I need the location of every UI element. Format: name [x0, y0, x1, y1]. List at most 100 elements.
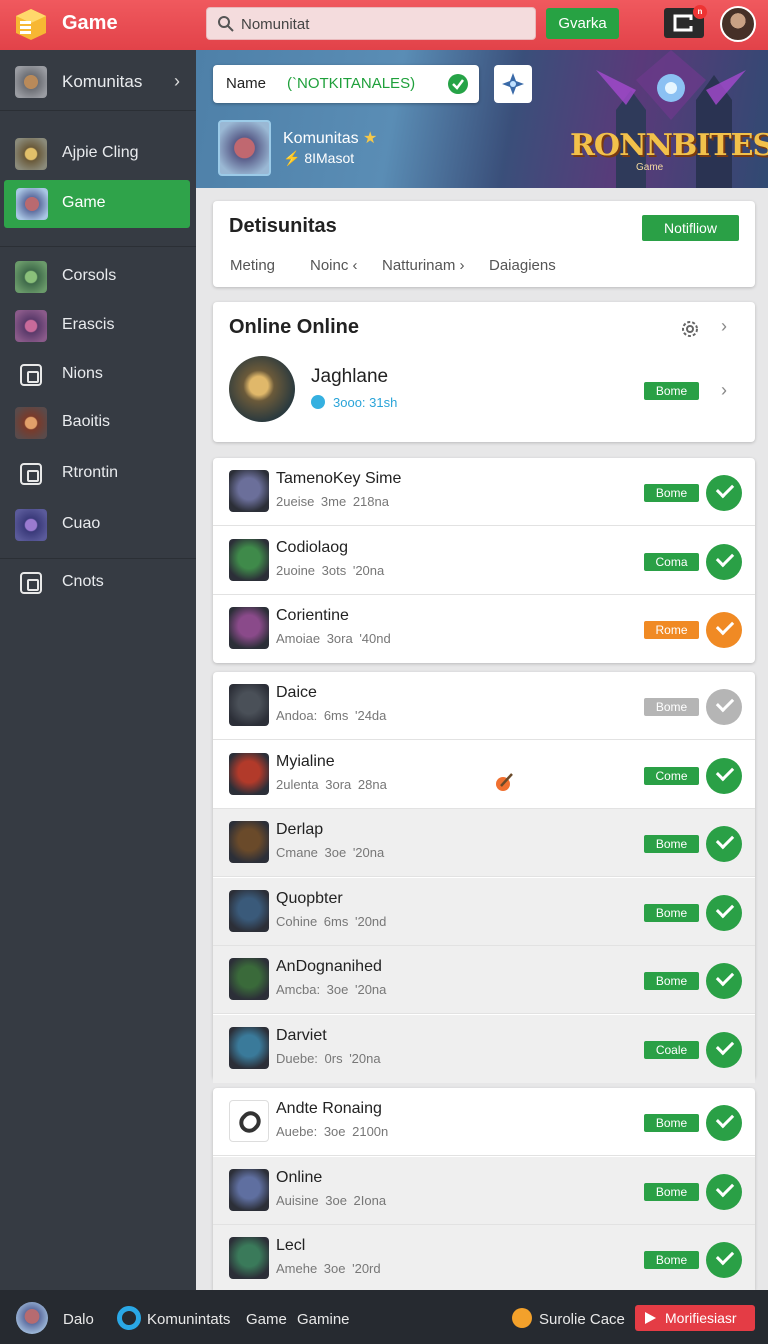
list-item[interactable]: Quopbter Cohine 6ms '20nd Bome [213, 877, 755, 946]
media-icon[interactable]: n [664, 5, 707, 38]
list-item-badge[interactable]: Bome [644, 972, 699, 990]
details-title: Detisunitas [229, 215, 337, 237]
name-field[interactable]: Name (`NOTKITANALES) [213, 65, 479, 103]
bolt-icon: ⚡ [283, 150, 301, 166]
bottom-avatar[interactable] [16, 1302, 48, 1334]
sparkle-button[interactable] [494, 65, 532, 103]
game-thumbnail [229, 958, 269, 1000]
sidebar-item-erascis[interactable]: Erascis [0, 302, 196, 350]
list-item-badge[interactable]: Bome [644, 1182, 699, 1201]
online-action-button[interactable]: Bome [644, 382, 699, 400]
game-thumbnail [229, 821, 269, 863]
chevron-right-icon[interactable]: › [721, 380, 727, 401]
list-item-meta: Cohine 6ms '20nd [276, 913, 387, 929]
list-item[interactable]: Myialine 2ulenta 3ora 28na Come [213, 741, 755, 809]
castle-illustration [596, 50, 746, 188]
ring-icon [117, 1306, 141, 1330]
details-card: Detisunitas Notifliow Meting Noinc ‹ Nat… [213, 201, 755, 287]
check-circle-icon[interactable] [706, 612, 742, 648]
game-thumbnail [229, 1237, 269, 1279]
sidebar-item-ajpie-cling[interactable]: Ajpie Cling [0, 130, 196, 178]
check-circle-icon[interactable] [706, 1031, 742, 1068]
sidebar-item-label: Baoitis [62, 413, 111, 430]
list-item-badge[interactable]: Bome [644, 1251, 699, 1269]
check-circle-icon[interactable] [706, 894, 742, 931]
check-circle-icon[interactable] [706, 963, 742, 999]
bottom-label-surolie[interactable]: Surolie Cace [539, 1311, 625, 1328]
bottom-label-dalo[interactable]: Dalo [63, 1311, 94, 1328]
list-item-badge[interactable]: Rome [644, 621, 699, 639]
list-item-meta: Amoiae 3ora '40nd [276, 631, 391, 646]
check-circle-icon[interactable] [706, 475, 742, 511]
sidebar-item-label: Komunitas [62, 72, 143, 91]
app-logo-icon[interactable] [14, 7, 48, 41]
list-item[interactable]: Corientine Amoiae 3ora '40nd Rome [213, 595, 755, 663]
check-circle-icon[interactable] [706, 689, 742, 725]
bottom-label-komunintats[interactable]: Komunintats [147, 1311, 230, 1328]
primary-button[interactable]: Gvarka [546, 8, 619, 39]
online-user-status: 3ooo: 31sh [333, 395, 398, 410]
list-item-badge[interactable]: Bome [644, 698, 699, 716]
tab-natturinam[interactable]: Natturinam › [382, 257, 465, 274]
list-item-badge[interactable]: Bome [644, 903, 699, 922]
list-item-badge[interactable]: Coma [644, 552, 699, 571]
tab-meting[interactable]: Meting [230, 257, 275, 274]
list-item-title: Codiolaog [276, 538, 349, 556]
search-icon [218, 16, 234, 32]
list-item[interactable]: Andte Ronaing Auebe: 3oe 2100n Bome [213, 1088, 755, 1156]
sidebar-item-game[interactable]: Game [4, 180, 190, 228]
bottom-label-gamine[interactable]: Gamine [297, 1311, 350, 1328]
tab-noinc[interactable]: Noinc ‹ [310, 257, 358, 274]
notification-count-badge: n [693, 5, 707, 19]
name-value: (`NOTKITANALES) [287, 75, 416, 92]
list-item[interactable]: TamenoKey Sime 2ueise 3me 218na Bome [213, 458, 755, 526]
list-item-badge[interactable]: Bome [644, 484, 699, 502]
sidebar-item-corsols[interactable]: Corsols [0, 253, 196, 301]
list-item[interactable]: Derlap Cmane 3oe '20na Bome [213, 809, 755, 877]
online-user-avatar[interactable] [229, 356, 295, 422]
banner-title: Komunitas [283, 130, 359, 147]
list-item-meta: 2uoine 3ots '20na [276, 562, 385, 578]
community-thumbnail[interactable] [218, 120, 271, 176]
sidebar-item-nions[interactable]: Nions [0, 351, 196, 399]
user-avatar[interactable] [720, 6, 756, 42]
sidebar: Komunitas › Ajpie Cling Game Corsols Era… [0, 50, 196, 1290]
game-avatar-icon [15, 310, 47, 342]
check-circle-icon[interactable] [706, 1242, 742, 1278]
check-icon [448, 74, 468, 94]
sidebar-item-cuao[interactable]: Cuao [0, 501, 196, 549]
list-item-badge[interactable]: Bome [644, 835, 699, 853]
notify-button[interactable]: Morifiesiasr [635, 1305, 755, 1331]
chevron-right-icon[interactable]: › [721, 316, 727, 337]
notification-button[interactable]: Notifliow [642, 215, 739, 241]
square-outline-icon [20, 572, 42, 594]
sidebar-item-cnots[interactable]: Cnots [0, 559, 196, 607]
game-avatar-icon [15, 509, 47, 541]
game-list-group: TamenoKey Sime 2ueise 3me 218na Bome Codiol… [213, 458, 755, 663]
check-circle-icon[interactable] [706, 757, 742, 794]
check-circle-icon[interactable] [706, 1105, 742, 1141]
online-card: Online Online › Jaghlane 3ooo: 31sh Bome… [213, 302, 755, 442]
list-item[interactable]: AnDognanihed Amcba: 3oe '20na Bome [213, 946, 755, 1014]
list-item-badge[interactable]: Coale [644, 1040, 699, 1059]
search-input[interactable]: Nomunitat [206, 7, 536, 40]
app-brand[interactable]: Game [62, 12, 118, 35]
sidebar-item-komunitas[interactable]: Komunitas › [0, 58, 196, 106]
list-item-badge[interactable]: Come [644, 766, 699, 785]
check-circle-icon[interactable] [706, 826, 742, 862]
check-circle-icon[interactable] [706, 543, 742, 580]
list-item[interactable]: Lecl Amehe 3oe '20rd Bome [213, 1225, 755, 1293]
tab-daiagiens[interactable]: Daiagiens [489, 257, 556, 274]
list-item-title: TamenoKey Sime [276, 470, 402, 487]
list-item[interactable]: Daice Andoa: 6ms '24da Bome [213, 672, 755, 740]
bottom-label-game[interactable]: Game [246, 1311, 287, 1328]
list-item-badge[interactable]: Bome [644, 1114, 699, 1132]
list-item[interactable]: Online Auisine 3oe 2Iona Bome [213, 1156, 755, 1225]
gear-icon[interactable] [679, 318, 701, 340]
list-item[interactable]: Codiolaog 2uoine 3ots '20na Coma [213, 527, 755, 595]
sidebar-item-rtrontin[interactable]: Rtrontin [0, 450, 196, 498]
check-circle-icon[interactable] [706, 1173, 742, 1210]
sidebar-item-baoitis[interactable]: Baoitis [0, 399, 196, 447]
list-item[interactable]: Darviet Duebe: 0rs '20na Coale [213, 1014, 755, 1083]
sidebar-item-label: Erascis [62, 316, 115, 333]
